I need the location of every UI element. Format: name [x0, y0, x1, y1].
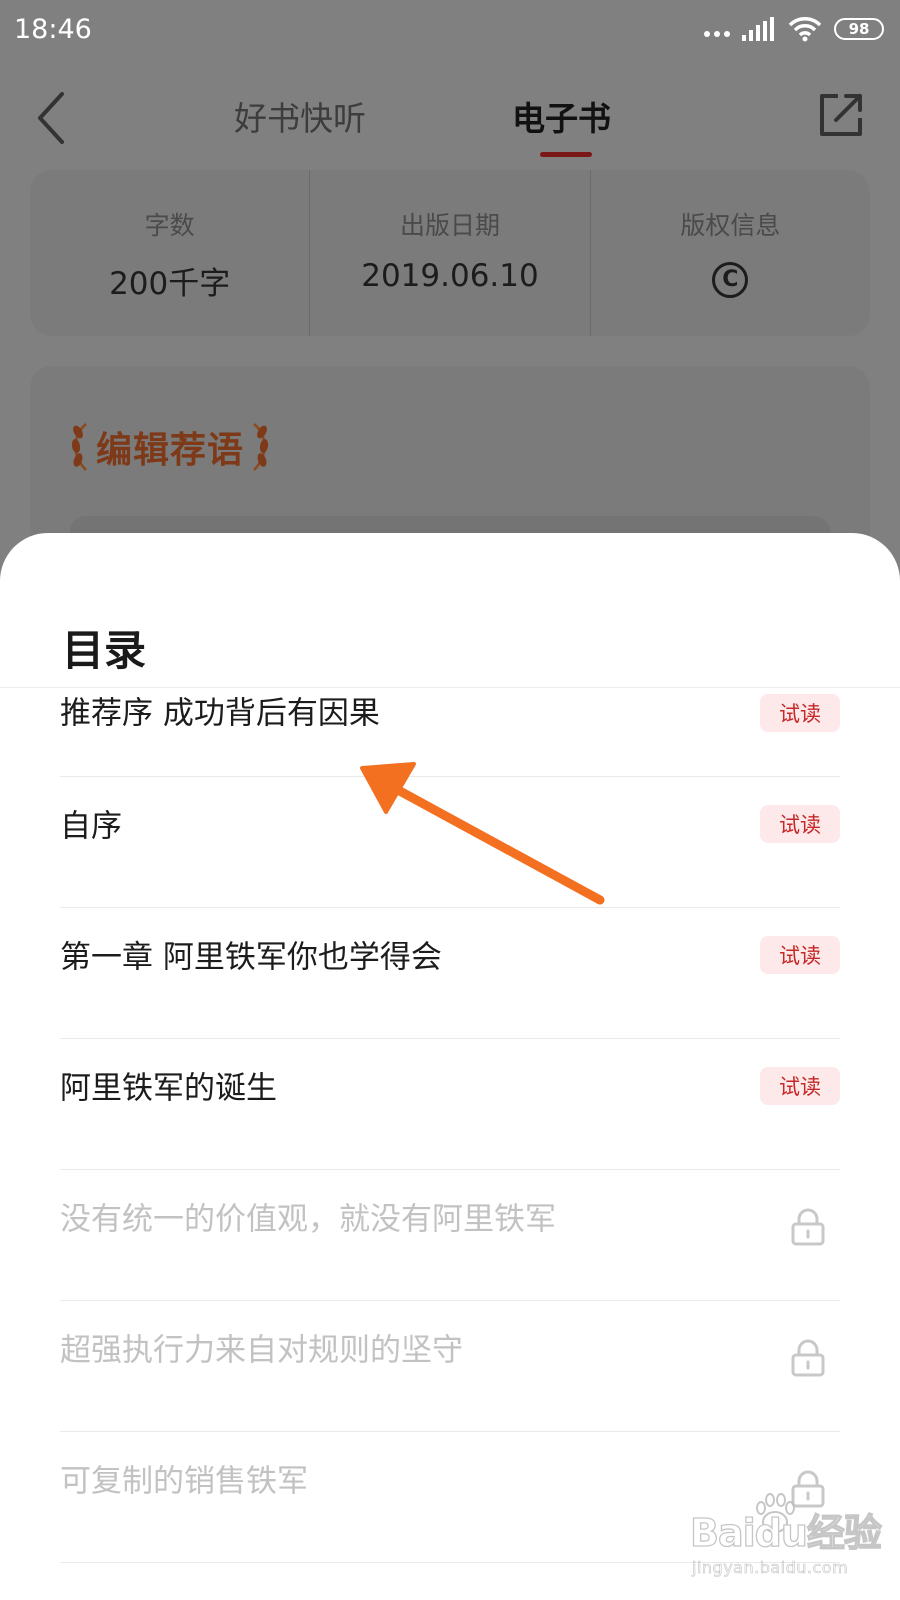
lock-icon: [791, 1339, 825, 1377]
status-bar: 18:46 98: [0, 0, 900, 62]
status-time: 18:46: [14, 14, 92, 45]
editor-recommendation-text: 编辑荐语: [96, 429, 245, 471]
signal-icon: [742, 17, 774, 41]
toc-item-6[interactable]: 超强执行力来自对规则的坚守: [60, 1301, 840, 1432]
toc-item-title: 推荐序 成功背后有因果: [60, 695, 380, 732]
share-icon[interactable]: [816, 90, 866, 140]
publish-date-label: 出版日期: [399, 211, 500, 240]
trial-badge: 试读: [760, 936, 840, 974]
active-tab-indicator: [540, 152, 592, 157]
word-count-value: 200千字: [109, 266, 231, 302]
toc-item-title: 阿里铁军的诞生: [60, 1070, 277, 1107]
word-count-cell: 字数 200千字: [30, 170, 309, 336]
toc-item-title: 第一章 阿里铁军你也学得会: [60, 939, 442, 976]
tab-audiobook[interactable]: 好书快听: [234, 92, 366, 140]
copyright-label: 版权信息: [680, 211, 781, 240]
watermark-logo: Baidu经验: [689, 1510, 882, 1555]
more-dots-icon: [704, 31, 730, 37]
laurel-right-icon: [253, 423, 269, 471]
publish-date-value: 2019.06.10: [361, 258, 539, 294]
trial-badge: 试读: [760, 805, 840, 843]
watermark-url: jingyan.baidu.com: [692, 1558, 849, 1578]
toc-item-5[interactable]: 没有统一的价值观，就没有阿里铁军: [60, 1170, 840, 1301]
trial-badge: 试读: [760, 694, 840, 732]
toc-item-2[interactable]: 自序 试读: [60, 777, 840, 908]
word-count-label: 字数: [144, 211, 195, 240]
toc-item-title: 没有统一的价值观，就没有阿里铁军: [60, 1201, 556, 1238]
top-nav: 好书快听 电子书: [0, 62, 900, 172]
toc-item-title: 自序: [60, 808, 122, 845]
status-icons: 98: [704, 16, 884, 42]
copyright-icon: C: [712, 261, 749, 298]
baidu-jingyan-watermark: Baidu经验 jingyan.baidu.com: [689, 1493, 890, 1590]
toc-item-3[interactable]: 第一章 阿里铁军你也学得会 试读: [60, 908, 840, 1039]
toc-item-4[interactable]: 阿里铁军的诞生 试读: [60, 1039, 840, 1170]
wifi-icon: [788, 17, 822, 42]
editor-recommendation-title: 编辑荐语: [68, 420, 272, 474]
toc-list: 推荐序 成功背后有因果 试读 自序 试读 第一章 阿里铁军你也学得会 试读 阿里…: [0, 688, 900, 1563]
tab-ebook[interactable]: 电子书: [512, 92, 611, 140]
copyright-cell[interactable]: 版权信息 C: [589, 170, 870, 336]
battery-icon: 98: [834, 18, 884, 40]
trial-badge: 试读: [760, 1067, 840, 1105]
publish-date-cell: 出版日期 2019.06.10: [309, 170, 589, 336]
book-info-card: 字数 200千字 出版日期 2019.06.10 版权信息 C: [30, 170, 870, 336]
back-icon[interactable]: [30, 88, 80, 148]
laurel-left-icon: [71, 423, 87, 471]
toc-item-1[interactable]: 推荐序 成功背后有因果 试读: [60, 688, 840, 777]
toc-item-title: 超强执行力来自对规则的坚守: [60, 1332, 463, 1369]
toc-sheet: 目录 推荐序 成功背后有因果 试读 自序 试读 第一章 阿里铁军你也学得会 试读…: [0, 533, 900, 1600]
toc-item-title: 可复制的销售铁军: [60, 1463, 308, 1500]
lock-icon: [791, 1208, 825, 1246]
toc-title: 目录: [62, 626, 147, 675]
